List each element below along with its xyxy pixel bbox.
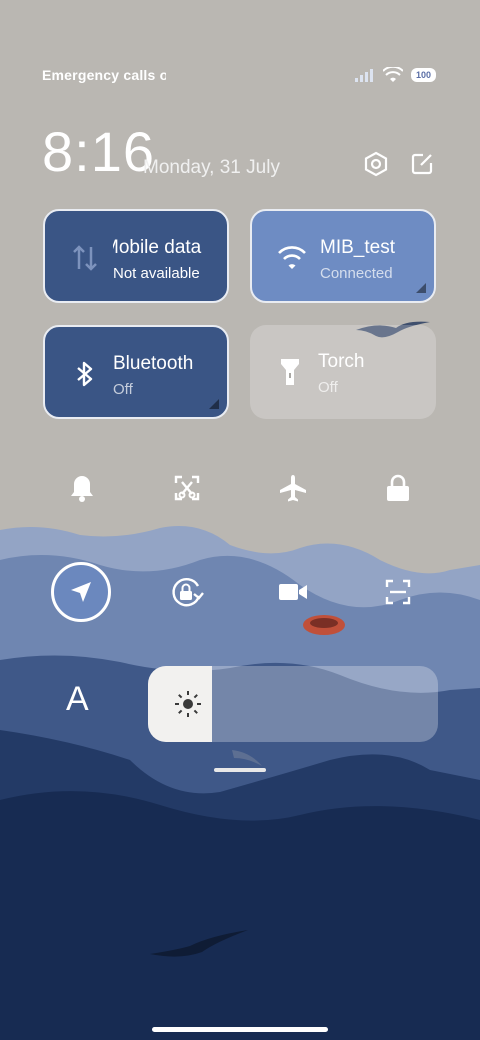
carrier-status-text: Emergency calls only <box>42 67 166 83</box>
sun-icon <box>175 691 201 717</box>
toggle-sound[interactable] <box>54 460 110 516</box>
wifi-icon <box>278 243 306 273</box>
toggle-screenshot[interactable] <box>159 460 215 516</box>
lock-icon <box>387 474 409 501</box>
screenshot-icon <box>174 475 200 501</box>
airplane-icon <box>280 475 306 502</box>
battery-indicator: 100 <box>410 68 436 82</box>
signal-icon <box>354 69 373 82</box>
brightness-slider[interactable] <box>148 666 438 742</box>
tile-bluetooth-state: Off <box>113 381 133 398</box>
tile-torch-label: Torch <box>318 351 365 372</box>
torch-icon <box>276 357 304 387</box>
tile-bluetooth-label: Bluetooth <box>113 353 194 374</box>
toggle-screen-recorder[interactable] <box>265 564 321 620</box>
toggle-airplane-mode[interactable] <box>265 460 321 516</box>
bell-icon <box>71 476 93 502</box>
drag-handle[interactable] <box>214 768 266 772</box>
tile-torch[interactable]: Torch Off <box>250 325 436 419</box>
tile-wifi[interactable]: MIB_test Connected <box>250 209 436 303</box>
auto-brightness-button[interactable]: A <box>66 680 89 719</box>
settings-icon <box>364 151 388 177</box>
settings-button[interactable] <box>362 150 390 178</box>
bluetooth-icon <box>71 359 99 389</box>
tile-mobile-data[interactable]: Mobile data Not available <box>43 209 229 303</box>
tile-mobile-data-state: Not available <box>113 265 200 282</box>
expand-corner-icon[interactable] <box>209 399 219 409</box>
scanner-icon <box>385 579 411 605</box>
tile-mobile-data-label: Mobile data <box>113 237 202 258</box>
video-icon <box>279 584 307 600</box>
edit-icon <box>411 153 433 175</box>
toggle-scanner[interactable] <box>370 564 426 620</box>
wifi-status-icon <box>382 67 403 82</box>
toggle-location[interactable] <box>51 562 111 622</box>
date-text: Monday, 31 July <box>143 157 280 178</box>
home-indicator[interactable] <box>152 1027 328 1032</box>
tile-wifi-label: MIB_test <box>320 237 395 258</box>
clock: 8:16 <box>42 120 155 183</box>
tile-bluetooth[interactable]: Bluetooth Off <box>43 325 229 419</box>
mobile-data-icon <box>71 243 99 273</box>
toggle-rotation-lock[interactable] <box>159 564 215 620</box>
location-icon <box>71 582 91 602</box>
expand-corner-icon[interactable] <box>416 283 426 293</box>
rotation-lock-icon <box>172 578 204 607</box>
status-icons: 100 <box>354 67 436 83</box>
edit-button[interactable] <box>408 150 436 178</box>
tile-torch-state: Off <box>318 379 338 396</box>
toggle-lock-screen[interactable] <box>370 460 426 516</box>
tile-wifi-state: Connected <box>320 265 393 282</box>
